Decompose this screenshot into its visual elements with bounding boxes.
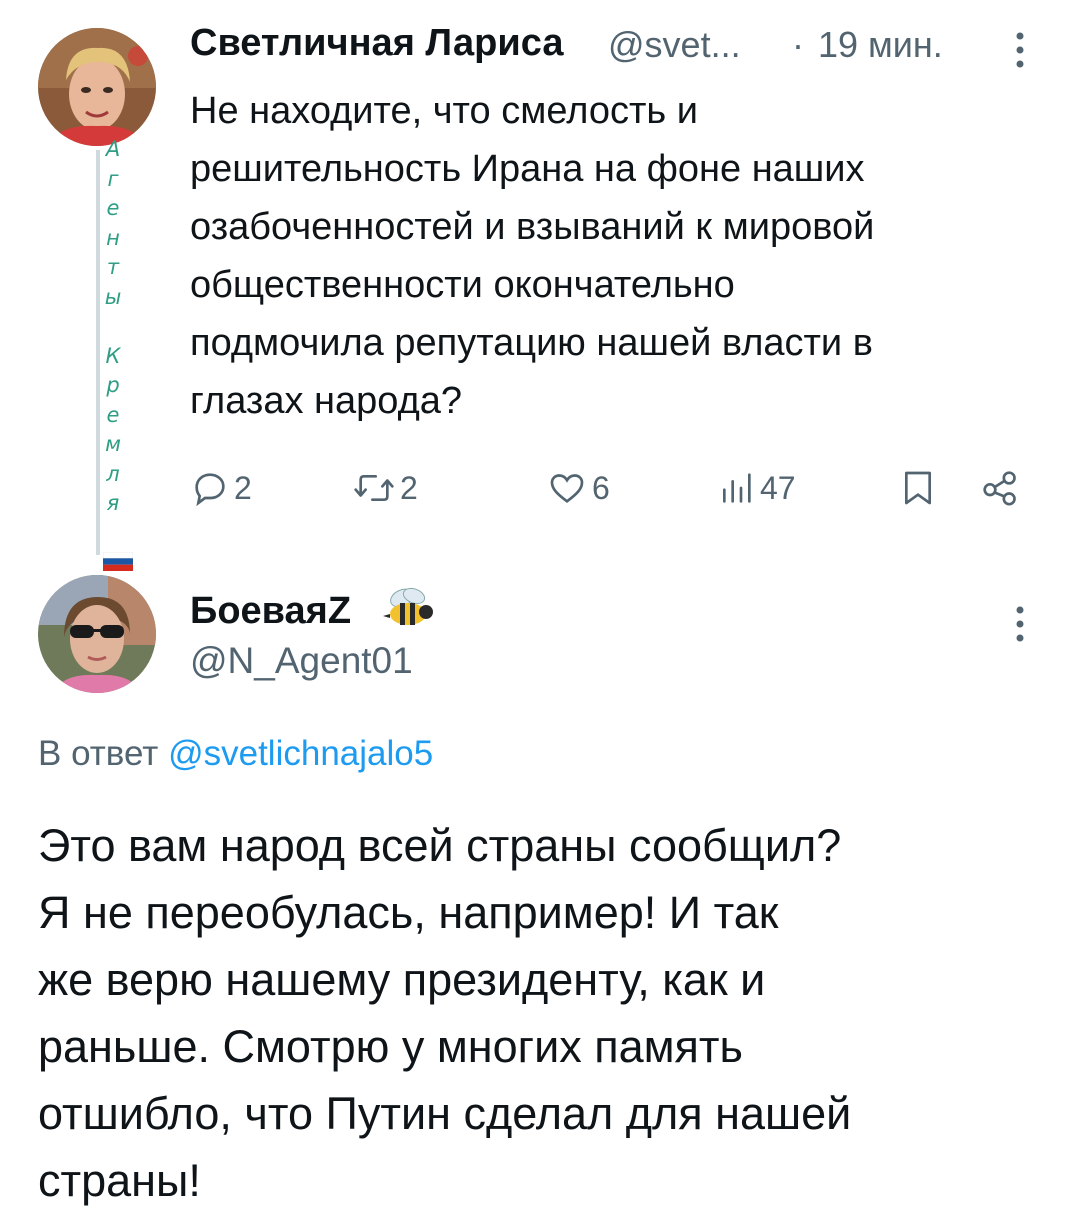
action-bar: 2 2 6 47 xyxy=(190,466,1030,510)
reply-prefix: В ответ xyxy=(38,734,159,773)
heart-icon xyxy=(546,468,588,508)
like-count: 6 xyxy=(592,469,610,506)
post-time[interactable]: 19 мин. xyxy=(818,24,943,66)
more-vertical-icon[interactable] xyxy=(1010,30,1030,70)
views-count: 47 xyxy=(760,469,796,506)
retweet-count: 2 xyxy=(400,469,418,506)
author-handle[interactable]: @svet... xyxy=(608,24,741,66)
share-button[interactable] xyxy=(980,466,1020,510)
bookmark-button[interactable] xyxy=(898,466,938,510)
avatar-boevayaz[interactable] xyxy=(38,575,156,693)
reply-context: В ответ @svetlichnajalo5 xyxy=(38,734,433,774)
author-name[interactable]: Светличная Лариса xyxy=(190,22,563,65)
like-button[interactable]: 6 xyxy=(546,466,610,510)
author-handle[interactable]: @N_Agent01 xyxy=(190,640,413,682)
retweet-icon xyxy=(352,468,396,508)
retweet-button[interactable]: 2 xyxy=(352,466,418,510)
reply-count: 2 xyxy=(234,469,252,506)
tweet-text: Это вам народ всей страны сообщил? Я не … xyxy=(38,820,852,1206)
separator-dot: · xyxy=(792,24,804,65)
bee-emoji-icon xyxy=(378,586,438,630)
views-button[interactable]: 47 xyxy=(716,466,796,510)
reply-icon xyxy=(190,468,230,508)
vertical-annotation: А г е н т ы К р е м л я xyxy=(104,137,122,515)
views-icon xyxy=(716,468,756,508)
reply-button[interactable]: 2 xyxy=(190,466,252,510)
share-icon xyxy=(980,468,1020,508)
avatar-svetlichnaya[interactable] xyxy=(38,28,156,146)
more-vertical-icon[interactable] xyxy=(1010,604,1030,644)
reply-mention-link[interactable]: @svetlichnajalo5 xyxy=(168,734,433,773)
russian-flag-icon xyxy=(102,551,134,571)
bookmark-icon xyxy=(898,467,938,509)
author-name[interactable]: БоеваяZ xyxy=(190,590,351,633)
tweet-text: Не находите, что смелость и решительност… xyxy=(190,90,875,422)
